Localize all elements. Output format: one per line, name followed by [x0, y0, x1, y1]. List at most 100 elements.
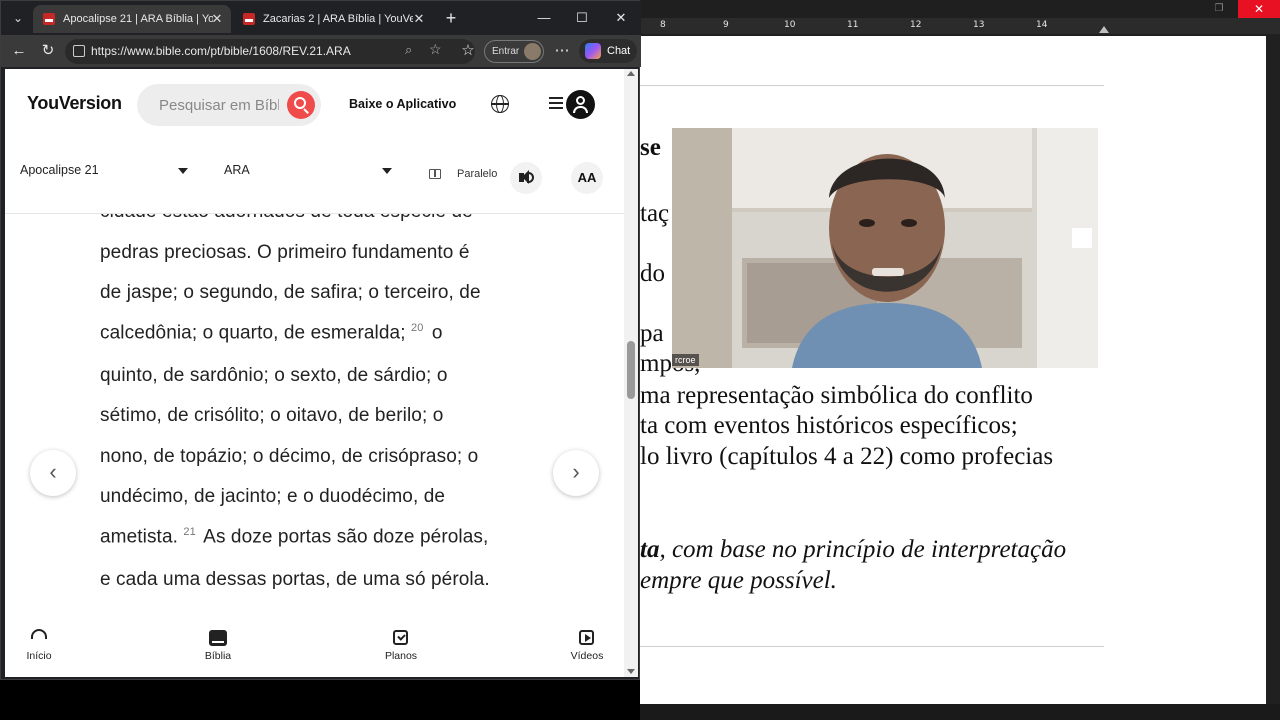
ruler-number: 14	[1036, 20, 1048, 30]
search-input[interactable]	[159, 84, 279, 126]
doc-line-rest: , com base no princípio de interpretação	[659, 536, 1067, 563]
tab-strip: ⌄ Apocalipse 21 | ARA Bíblia | YouVersio…	[1, 1, 641, 35]
scripture-line: nono, de topázio; o décimo, de crisópras…	[100, 446, 479, 467]
tab-title: Zacarias 2 | ARA Bíblia | YouVersion	[263, 13, 413, 25]
book-chapter-selector[interactable]: Apocalipse 21	[20, 155, 188, 185]
scripture-line: pedras preciosas. O primeiro fundamento …	[100, 242, 470, 263]
scripture-line: de jaspe; o segundo, de safira; o tercei…	[100, 282, 481, 303]
favorite-star-icon[interactable]: ☆	[429, 41, 447, 58]
scrollbar-thumb[interactable]	[627, 341, 635, 399]
hamburger-menu-icon[interactable]	[549, 97, 563, 109]
back-arrow-icon[interactable]: ←	[7, 39, 31, 63]
audio-button[interactable]	[510, 162, 542, 194]
doc-line: taç	[640, 200, 670, 227]
search-icon-handle	[303, 108, 309, 114]
close-window-button[interactable]: ✕	[1238, 0, 1280, 18]
user-account-icon[interactable]	[566, 90, 595, 119]
document-ruler[interactable]: 8 9 10 11 12 13 14	[640, 18, 1280, 34]
taskbar-strip	[0, 680, 640, 720]
new-tab-button[interactable]: +	[441, 7, 461, 29]
parallel-label: Paralelo	[457, 168, 498, 180]
tab-zacarias[interactable]: Zacarias 2 | ARA Bíblia | YouVersion ✕	[233, 5, 433, 33]
doc-line: ta com eventos históricos específicos;	[640, 412, 1018, 439]
user-body	[573, 106, 588, 113]
bible-icon	[209, 629, 227, 647]
nav-label: Planos	[384, 650, 418, 662]
nav-plans[interactable]: Planos	[371, 629, 431, 662]
participant-video	[672, 128, 1098, 368]
scripture-line: calcedônia; o quarto, de esmeralda; 20 o	[100, 322, 442, 344]
ruler-number: 10	[784, 20, 796, 30]
next-chapter-button[interactable]: ›	[553, 450, 599, 496]
scripture-text: calcedônia; o quarto, de esmeralda;	[100, 322, 406, 344]
ruler-number: 11	[847, 20, 859, 30]
nav-label: Bíblia	[204, 650, 232, 662]
tab-apocalipse[interactable]: Apocalipse 21 | ARA Bíblia | YouVersion …	[33, 5, 231, 33]
search-button[interactable]	[287, 91, 315, 119]
search-box[interactable]	[137, 84, 321, 126]
restore-window-button[interactable]: ❐	[1212, 2, 1226, 16]
address-bar[interactable]: https://www.bible.com/pt/bible/1608/REV.…	[65, 39, 475, 64]
nav-home[interactable]: Início	[9, 629, 69, 662]
scripture-line: e cada uma dessas portas, de uma só péro…	[100, 569, 490, 590]
tab-actions-icon[interactable]: ⌄	[9, 9, 27, 27]
close-tab-icon[interactable]: ✕	[411, 5, 427, 33]
bottom-navigation: Início Bíblia Planos Vídeos	[5, 617, 624, 677]
language-globe-icon[interactable]	[491, 95, 509, 113]
scripture-line: quinto, de sardônio; o sexto, de sárdio;…	[100, 365, 448, 386]
font-size-button[interactable]: AA	[571, 162, 603, 194]
scripture-line: undécimo, de jacinto; e o duodécimo, de	[100, 486, 446, 507]
scroll-up-arrow-icon[interactable]	[627, 71, 635, 76]
chat-label: Chat	[607, 45, 631, 57]
ruler-number: 13	[973, 20, 985, 30]
close-button[interactable]: ✕	[608, 7, 634, 29]
sign-in-label: Entrar	[492, 46, 520, 57]
nav-videos[interactable]: Vídeos	[557, 629, 617, 662]
sign-in-button[interactable]: Entrar	[484, 40, 544, 63]
tab-title: Apocalipse 21 | ARA Bíblia | YouVersion	[63, 13, 213, 25]
version-selector[interactable]: ARA	[224, 155, 392, 185]
browser-window: ⌄ Apocalipse 21 | ARA Bíblia | YouVersio…	[0, 0, 641, 680]
copilot-chat-button[interactable]: Chat	[579, 39, 637, 63]
scripture-text: o	[431, 322, 443, 344]
header-rule	[640, 85, 1104, 86]
scripture-reader[interactable]: cidade estão adornados de toda espécie d…	[5, 214, 624, 617]
speaker-wave	[527, 172, 534, 183]
videos-icon	[578, 629, 596, 647]
page-viewport[interactable]: YouVersion Baixe o Aplicativo Apocalipse…	[5, 69, 624, 677]
participant-name: rcroe	[672, 354, 699, 366]
ruler-number: 8	[660, 20, 666, 30]
url-text[interactable]: https://www.bible.com/pt/bible/1608/REV.…	[91, 39, 351, 64]
download-app-link[interactable]: Baixe o Aplicativo	[349, 97, 456, 111]
indent-marker[interactable]	[1099, 26, 1109, 33]
close-tab-icon[interactable]: ✕	[209, 5, 225, 33]
parallel-icon	[429, 169, 441, 179]
scripture-line: cidade estão adornados de toda espécie d…	[100, 214, 473, 223]
refresh-icon[interactable]: ↻	[36, 39, 60, 63]
site-info-icon[interactable]	[73, 45, 85, 57]
minimize-button[interactable]: —	[531, 7, 557, 29]
scripture-text: ametista.	[100, 526, 178, 548]
zoom-icon[interactable]: ⌕	[405, 42, 423, 58]
nav-bible[interactable]: Bíblia	[188, 629, 248, 662]
parallel-button[interactable]: Paralelo	[425, 165, 497, 183]
ruler-number: 9	[723, 20, 729, 30]
video-call-tile[interactable]	[672, 128, 1098, 368]
scripture-text: As doze portas são doze pérolas,	[203, 526, 489, 548]
nav-label: Início	[26, 650, 52, 662]
verse-number: 20	[410, 322, 424, 334]
document-status-strip	[640, 704, 1280, 720]
more-options-icon[interactable]: ⋯	[550, 39, 574, 63]
favorites-icon[interactable]: ☆	[456, 39, 480, 63]
doc-line: se	[640, 134, 661, 161]
doc-bold-fragment: ta	[640, 536, 660, 563]
plans-icon	[392, 629, 410, 647]
vertical-scrollbar[interactable]	[624, 69, 638, 677]
previous-chapter-button[interactable]: ‹	[30, 450, 76, 496]
doc-line: empre que possível.	[640, 567, 837, 594]
scroll-down-arrow-icon[interactable]	[627, 669, 635, 674]
speaker-icon	[519, 170, 529, 184]
youversion-logo[interactable]: YouVersion	[27, 93, 122, 114]
book-chapter-value: Apocalipse 21	[20, 163, 99, 177]
maximize-button[interactable]: ☐	[569, 7, 595, 29]
